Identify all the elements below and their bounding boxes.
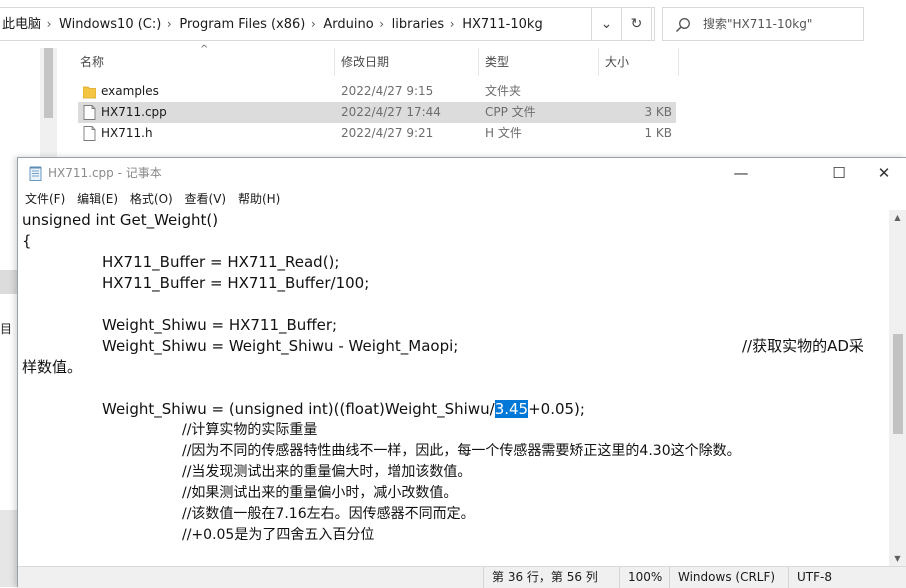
chevron-down-icon: ⌄ (600, 16, 613, 32)
scroll-up-icon[interactable]: ▲ (889, 213, 906, 222)
refresh-icon: ↻ (630, 16, 643, 32)
breadcrumb-arduino[interactable]: Arduino (321, 9, 373, 41)
file-row-selected[interactable]: HX711.cpp 2022/4/27 17:44 CPP 文件 3 KB (78, 102, 676, 123)
breadcrumb-libraries[interactable]: libraries (390, 9, 445, 41)
address-dropdown-button[interactable]: ⌄ (591, 7, 622, 41)
code-comment: //当发现测试出来的重量偏大时，增加该数值。 (182, 464, 472, 480)
code-line: HX711_Buffer = HX711_Read(); (102, 253, 340, 271)
scrollbar-thumb[interactable] (44, 48, 53, 118)
code-text: Weight_Shiwu = (unsigned int)((float)Wei… (102, 400, 495, 418)
maximize-button[interactable]: ☐ (816, 158, 862, 188)
navigation-item-label[interactable]: 目 (0, 320, 12, 337)
menu-format[interactable]: 格式(O) (130, 188, 173, 210)
column-divider[interactable] (478, 48, 479, 76)
status-cursor-position: 第 36 行，第 56 列 (483, 567, 619, 588)
address-row: 此电脑 › Windows10 (C:) › Program Files (x86) › A… (0, 7, 906, 41)
file-type: 文件夹 (485, 84, 522, 98)
breadcrumb-separator-icon[interactable]: › (374, 8, 390, 40)
sort-ascending-icon: ^ (200, 44, 209, 55)
status-zoom: 100% (619, 567, 669, 588)
navigation-selected-item[interactable] (0, 270, 18, 294)
column-divider[interactable] (678, 48, 679, 76)
code-line: Weight_Shiwu = (unsigned int)((float)Wei… (102, 399, 585, 420)
search-placeholder: 搜索"HX711-10kg" (703, 17, 813, 31)
close-icon: ✕ (877, 164, 891, 182)
column-header-size[interactable]: 大小 (605, 48, 629, 76)
notepad-window: HX711.cpp - 记事本 — ☐ ✕ 文件(F) 编辑(E) 格式(O) … (17, 157, 906, 588)
file-size: 1 KB (644, 126, 672, 140)
status-encoding: UTF-8 (788, 567, 906, 588)
address-bar[interactable]: 此电脑 › Windows10 (C:) › Program Files (x86) › A… (0, 7, 655, 41)
code-line: Weight_Shiwu = Weight_Shiwu - Weight_Mao… (102, 337, 459, 355)
column-header-type[interactable]: 类型 (485, 48, 509, 76)
code-comment: //因为不同的传感器特性曲线不一样，因此，每一个传感器需要矫正这里的4.30这个… (182, 443, 741, 459)
status-bar: 第 36 行，第 56 列 100% Windows (CRLF) UTF-8 (18, 566, 906, 588)
close-button[interactable]: ✕ (861, 158, 906, 188)
notepad-icon (29, 166, 42, 181)
file-icon (83, 126, 96, 141)
column-header-date[interactable]: 修改日期 (341, 48, 389, 76)
file-date: 2022/4/27 17:44 (341, 105, 441, 119)
column-divider[interactable] (334, 48, 335, 76)
code-comment: //+0.05是为了四舍五入百分位 (182, 527, 375, 543)
refresh-button[interactable]: ↻ (621, 7, 652, 41)
column-divider[interactable] (598, 48, 599, 76)
code-comment: //该数值一般在7.16左右。因传感器不同而定。 (182, 506, 475, 522)
code-line-wrapped: 样数值。 (22, 358, 83, 376)
status-line-ending: Windows (CRLF) (669, 567, 788, 588)
breadcrumb-separator-icon[interactable]: › (161, 8, 177, 40)
window-title: HX711.cpp - 记事本 (48, 166, 162, 180)
code-line: { (22, 232, 32, 250)
selected-text[interactable]: 3.45 (494, 400, 529, 418)
file-type: CPP 文件 (485, 105, 536, 119)
scrollbar-thumb[interactable] (893, 334, 903, 434)
menu-help[interactable]: 帮助(H) (238, 188, 280, 210)
folder-icon (83, 86, 96, 99)
file-row[interactable]: examples 2022/4/27 9:15 文件夹 (78, 81, 676, 102)
breadcrumb-separator-icon[interactable]: › (305, 8, 321, 40)
code-comment: //计算实物的实际重量 (182, 422, 318, 438)
code-text: +0.05); (528, 400, 585, 418)
file-row[interactable]: HX711.h 2022/4/27 9:21 H 文件 1 KB (78, 123, 676, 144)
breadcrumb-program-files[interactable]: Program Files (x86) (177, 9, 305, 41)
file-name: HX711.cpp (101, 105, 167, 119)
code-comment: //如果测试出来的重量偏小时，减小改数值。 (182, 485, 458, 501)
search-input[interactable]: 搜索"HX711-10kg" (662, 7, 864, 41)
text-editor[interactable]: unsigned int Get_Weight() { HX711_Buffer… (19, 210, 871, 566)
file-name: HX711.h (101, 126, 153, 140)
breadcrumb-separator-icon[interactable]: › (41, 8, 57, 40)
maximize-icon: ☐ (832, 164, 846, 182)
code-line: unsigned int Get_Weight() (22, 211, 219, 229)
code-comment: //获取实物的AD采 (742, 337, 864, 355)
search-icon (675, 18, 690, 33)
breadcrumb-separator-icon[interactable]: › (444, 8, 460, 40)
breadcrumb-drive[interactable]: Windows10 (C:) (57, 9, 161, 41)
code-line: HX711_Buffer = HX711_Buffer/100; (102, 274, 370, 292)
scroll-down-icon[interactable]: ▼ (889, 554, 906, 563)
breadcrumb-this-pc[interactable]: 此电脑 (0, 9, 41, 41)
menu-bar: 文件(F) 编辑(E) 格式(O) 查看(V) 帮助(H) (18, 188, 906, 210)
menu-file[interactable]: 文件(F) (25, 188, 65, 210)
column-header-name[interactable]: 名称 (80, 48, 104, 76)
navigation-pane-bottom (0, 510, 18, 587)
file-date: 2022/4/27 9:15 (341, 84, 434, 98)
file-type: H 文件 (485, 126, 522, 140)
minimize-icon: — (733, 164, 749, 182)
title-bar[interactable]: HX711.cpp - 记事本 — ☐ ✕ (18, 158, 906, 188)
file-icon (83, 105, 96, 120)
minimize-button[interactable]: — (718, 158, 764, 188)
menu-view[interactable]: 查看(V) (185, 188, 227, 210)
code-line: Weight_Shiwu = HX711_Buffer; (102, 316, 338, 334)
file-size: 3 KB (644, 105, 672, 119)
vertical-scrollbar[interactable]: ▲ ▼ (889, 210, 906, 566)
menu-edit[interactable]: 编辑(E) (77, 188, 118, 210)
breadcrumb-current-folder[interactable]: HX711-10kg (460, 9, 543, 41)
file-date: 2022/4/27 9:21 (341, 126, 434, 140)
file-name: examples (101, 84, 159, 98)
